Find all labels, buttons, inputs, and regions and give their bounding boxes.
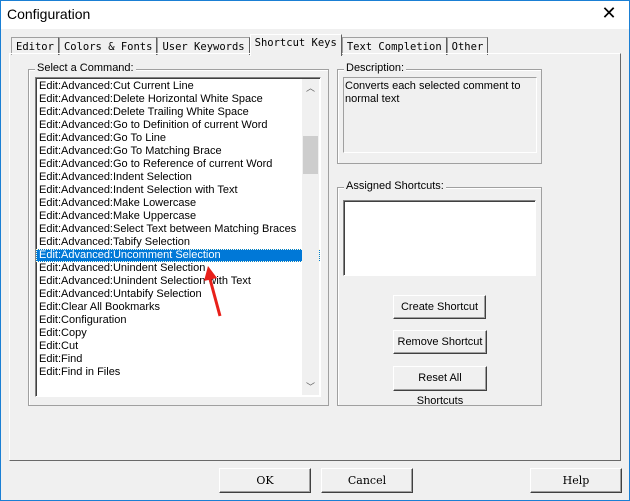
command-list-item[interactable]: Edit:Advanced:Go to Definition of curren… <box>36 119 320 132</box>
command-list-item[interactable]: Edit:Find <box>36 353 320 366</box>
command-list-item[interactable]: Edit:Advanced:Unindent Selection with Te… <box>36 275 320 288</box>
command-list-item[interactable]: Edit:Advanced:Unindent Selection <box>36 262 320 275</box>
scrollbar[interactable]: ︿ ﹀ <box>302 79 319 395</box>
reset-all-shortcuts-button[interactable]: Reset All Shortcuts <box>393 366 487 407</box>
assigned-shortcuts-group: Assigned Shortcuts: Create Shortcut Remo… <box>337 180 542 407</box>
red-arrow-annotation <box>204 266 222 317</box>
create-shortcut-button[interactable]: Create Shortcut <box>393 295 486 319</box>
scroll-thumb[interactable] <box>303 136 318 174</box>
command-list-item[interactable]: Edit:Advanced:Delete Horizontal White Sp… <box>36 93 320 106</box>
description-label: Description: <box>344 62 407 74</box>
title-bar: Configuration ✕ <box>1 1 629 29</box>
command-list-item[interactable]: Edit:Advanced:Make Uppercase <box>36 210 320 223</box>
command-list-item[interactable]: Edit:Configuration <box>36 314 320 327</box>
command-list-item[interactable]: Edit:Advanced:Cut Current Line <box>36 80 320 93</box>
ok-button[interactable]: OK <box>219 468 311 493</box>
remove-shortcut-button[interactable]: Remove Shortcut <box>393 330 487 354</box>
help-button[interactable]: Help <box>530 468 622 493</box>
command-list-item[interactable]: Edit:Clear All Bookmarks <box>36 301 320 314</box>
command-list-item[interactable]: Edit:Advanced:Uncomment Selection <box>36 249 320 262</box>
close-icon[interactable]: ✕ <box>599 3 619 24</box>
configuration-dialog: Configuration ✕ Editor Colors & Fonts User… <box>0 0 630 501</box>
command-list-item[interactable]: Edit:Advanced:Tabify Selection <box>36 236 320 249</box>
command-list-item[interactable]: Edit:Advanced:Delete Trailing White Spac… <box>36 106 320 119</box>
shortcut-keys-panel: Select a Command: Edit:Advanced:Cut Curr… <box>9 53 621 461</box>
scroll-down-icon[interactable]: ﹀ <box>302 380 319 393</box>
select-command-label: Select a Command: <box>35 62 136 74</box>
scroll-up-icon[interactable]: ︿ <box>302 81 319 94</box>
tab-strip: Editor Colors & Fonts User Keywords Shortcu… <box>11 34 489 56</box>
command-list-item[interactable]: Edit:Advanced:Go To Line <box>36 132 320 145</box>
command-list-item[interactable]: Edit:Advanced:Select Text between Matchi… <box>36 223 320 236</box>
command-list-item[interactable]: Edit:Advanced:Indent Selection <box>36 171 320 184</box>
tab-shortcut-keys[interactable]: Shortcut Keys <box>249 34 342 56</box>
command-list-item[interactable]: Edit:Advanced:Untabify Selection <box>36 288 320 301</box>
select-command-group: Select a Command: Edit:Advanced:Cut Curr… <box>28 62 329 406</box>
command-list-item[interactable]: Edit:Find in Files <box>36 366 320 379</box>
description-group: Description: Converts each selected comm… <box>337 62 542 164</box>
command-list-item[interactable]: Edit:Advanced:Go To Matching Brace <box>36 145 320 158</box>
window-title: Configuration <box>7 6 91 22</box>
command-list-item[interactable]: Edit:Advanced:Indent Selection with Text <box>36 184 320 197</box>
command-list-item[interactable]: Edit:Cut <box>36 340 320 353</box>
assigned-shortcuts-list[interactable] <box>343 200 536 276</box>
assigned-shortcuts-label: Assigned Shortcuts: <box>344 180 446 192</box>
command-list[interactable]: Edit:Advanced:Cut Current Line Edit:Advan… <box>35 77 321 397</box>
description-text: Converts each selected comment to normal… <box>343 77 537 153</box>
command-list-item[interactable]: Edit:Advanced:Go to Reference of current… <box>36 158 320 171</box>
command-list-item[interactable]: Edit:Advanced:Make Lowercase <box>36 197 320 210</box>
command-list-item[interactable]: Edit:Copy <box>36 327 320 340</box>
cancel-button[interactable]: Cancel <box>321 468 413 493</box>
